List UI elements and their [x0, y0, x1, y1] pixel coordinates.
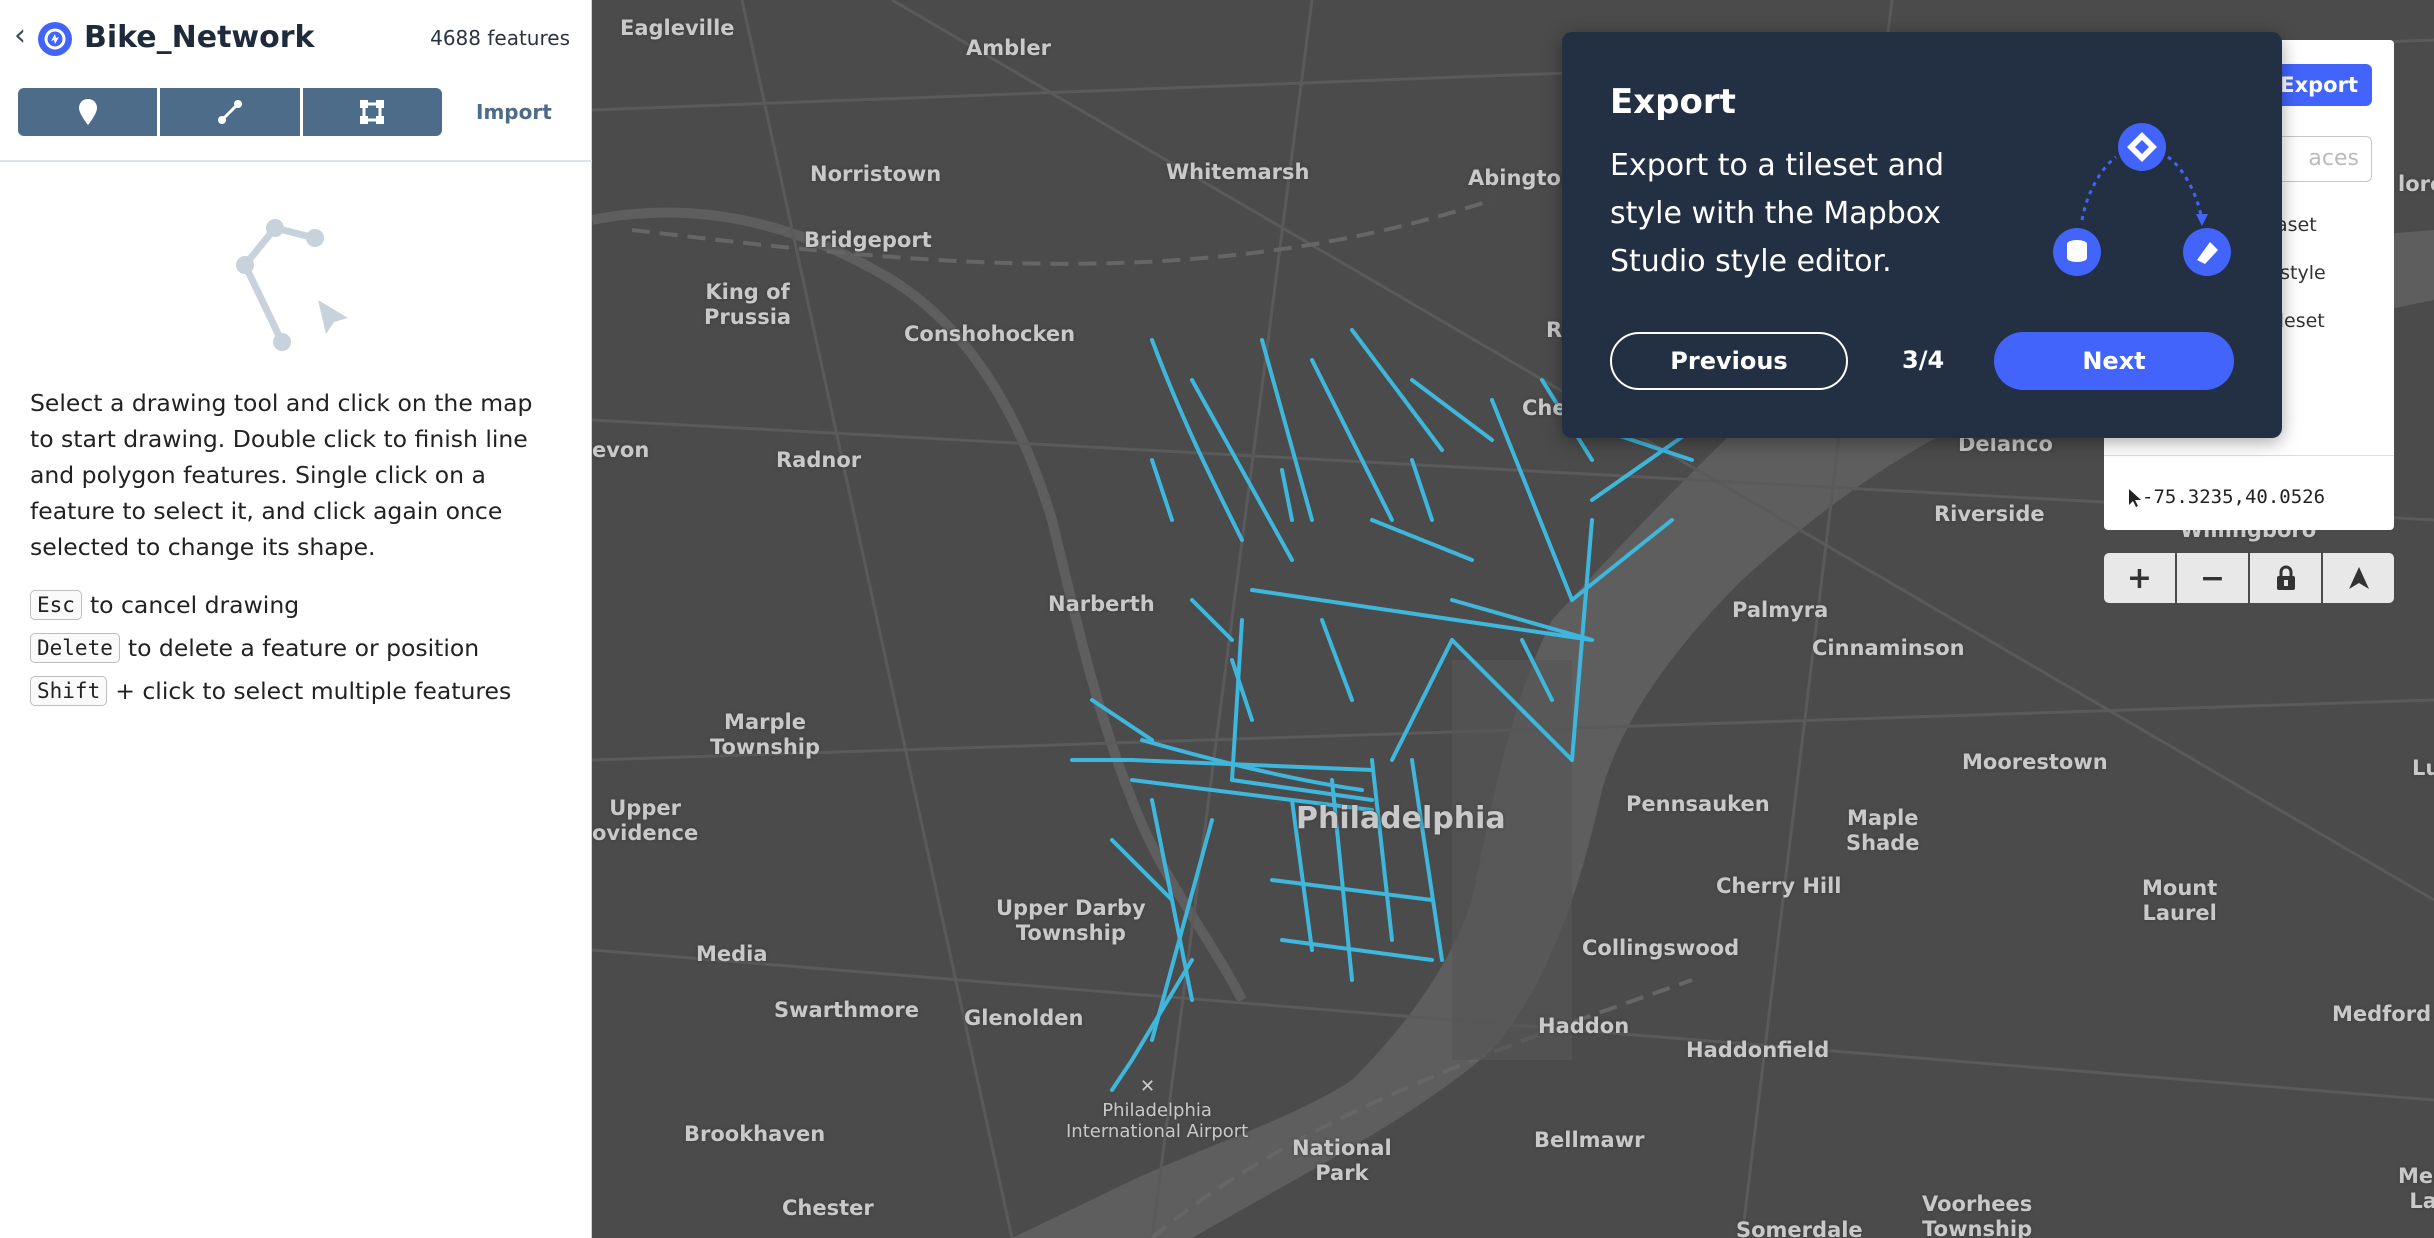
place-label: Brookhaven — [684, 1122, 826, 1146]
key-badge: Esc — [30, 590, 82, 620]
next-button[interactable]: Next — [1994, 332, 2234, 390]
place-label: Whitemarsh — [1166, 160, 1310, 184]
place-label: Glenolden — [964, 1006, 1084, 1030]
place-label: Lumbe — [2412, 756, 2434, 780]
place-label: Moorestown — [1962, 750, 2108, 774]
drawing-instructions: Select a drawing tool and click on the m… — [30, 389, 533, 561]
shortcut-shift: Shift + click to select multiple feature… — [30, 676, 511, 706]
place-label: National Park — [1292, 1136, 1392, 1185]
lock-icon — [2276, 565, 2295, 590]
sidebar-header: ‹ Bike_Network 4688 features Import — [0, 0, 592, 162]
place-label: Abington — [1468, 166, 1576, 190]
place-label: Somerdale — [1736, 1218, 1863, 1238]
place-label: Haddon — [1538, 1014, 1630, 1038]
place-label: Media — [696, 942, 768, 966]
place-label: Chester — [782, 1196, 874, 1220]
place-label: Radnor — [776, 448, 862, 472]
shortcut-text: + click to select multiple features — [115, 677, 512, 705]
line-tool-button[interactable] — [160, 88, 300, 136]
place-label: Medford — [2332, 1002, 2432, 1026]
shortcut-esc: Esc to cancel drawing — [30, 590, 299, 620]
marker-icon — [78, 99, 97, 125]
place-label: Bridgeport — [804, 228, 932, 252]
place-label: Bellmawr — [1534, 1128, 1645, 1152]
back-chevron-icon[interactable]: ‹ — [14, 21, 34, 51]
tour-step-indicator: 3/4 — [1902, 346, 1945, 374]
place-label: Conshohocken — [904, 322, 1076, 346]
tour-body: Export to a tileset and style with the M… — [1610, 148, 1945, 279]
sidebar: ‹ Bike_Network 4688 features Import Sele… — [0, 0, 592, 1238]
line-icon — [217, 100, 242, 124]
place-label: Philadelphia — [1296, 801, 1506, 836]
draw-line-illustration-icon — [236, 219, 348, 351]
airport-icon: ✕ — [1140, 1076, 1156, 1097]
place-label: Narberth — [1048, 592, 1155, 616]
place-label: Collingswood — [1582, 936, 1740, 960]
place-label: Mount Laurel — [2142, 876, 2218, 925]
tour-title: Export — [1610, 82, 1736, 122]
place-label: King of Prussia — [704, 280, 792, 329]
key-badge: Delete — [30, 633, 120, 663]
place-label: Riverside — [1934, 502, 2045, 526]
dataset-name: Bike_Network — [84, 20, 315, 55]
place-label: R — [1546, 318, 1563, 342]
place-label: Upper Darby Township — [996, 896, 1146, 945]
place-label: Che — [1522, 396, 1567, 420]
panel-item[interactable]: aset — [2276, 214, 2317, 236]
place-label: Swarthmore — [774, 998, 919, 1022]
place-label: Ambler — [966, 36, 1051, 60]
place-label: evon — [592, 438, 650, 462]
cursor-icon — [2129, 489, 2141, 507]
feature-count: 4688 features — [430, 26, 570, 50]
shortcut-text: to delete a feature or position — [127, 634, 480, 662]
marker-tool-button[interactable] — [18, 88, 158, 136]
previous-button[interactable]: Previous — [1610, 332, 1848, 390]
divider — [2104, 455, 2394, 456]
place-label: Pennsauken — [1626, 792, 1770, 816]
compass-icon — [2348, 567, 2369, 589]
zoom-in-button[interactable]: + — [2104, 553, 2175, 603]
import-button[interactable]: Import — [476, 100, 552, 124]
lock-button[interactable] — [2250, 553, 2321, 603]
place-label: Palmyra — [1732, 598, 1829, 622]
place-label: Upper ovidence — [592, 796, 699, 845]
shortcut-delete: Delete to delete a feature or position — [30, 633, 479, 663]
polygon-icon — [360, 100, 385, 124]
cursor-coordinates: -75.3235,40.0526 — [2142, 486, 2326, 508]
place-label: Med La — [2398, 1164, 2434, 1213]
place-label: Maple Shade — [1846, 806, 1920, 855]
place-label: Marple Township — [710, 710, 820, 759]
place-label: Eagleville — [620, 16, 735, 40]
polygon-tool-button[interactable] — [302, 88, 442, 136]
place-label: Voorhees Township — [1922, 1192, 2033, 1238]
export-tour-popup: Export Export to a tileset and style wit… — [1562, 32, 2282, 438]
place-label: Philadelphia International Airport — [1066, 1100, 1249, 1142]
place-label: Norristown — [810, 162, 942, 186]
zoom-out-button[interactable]: − — [2177, 553, 2248, 603]
place-label: lore — [2398, 172, 2434, 196]
map-controls: + − — [2104, 553, 2394, 603]
drawing-toolbar — [18, 88, 442, 136]
place-label: Cherry Hill — [1716, 874, 1842, 898]
shortcut-text: to cancel drawing — [89, 591, 300, 619]
export-flow-illustration-icon — [2053, 123, 2231, 276]
studio-logo-icon — [38, 22, 72, 56]
place-label: Cinnaminson — [1812, 636, 1965, 660]
place-label: Haddonfield — [1686, 1038, 1830, 1062]
compass-button[interactable] — [2323, 553, 2394, 603]
key-badge: Shift — [30, 676, 108, 706]
